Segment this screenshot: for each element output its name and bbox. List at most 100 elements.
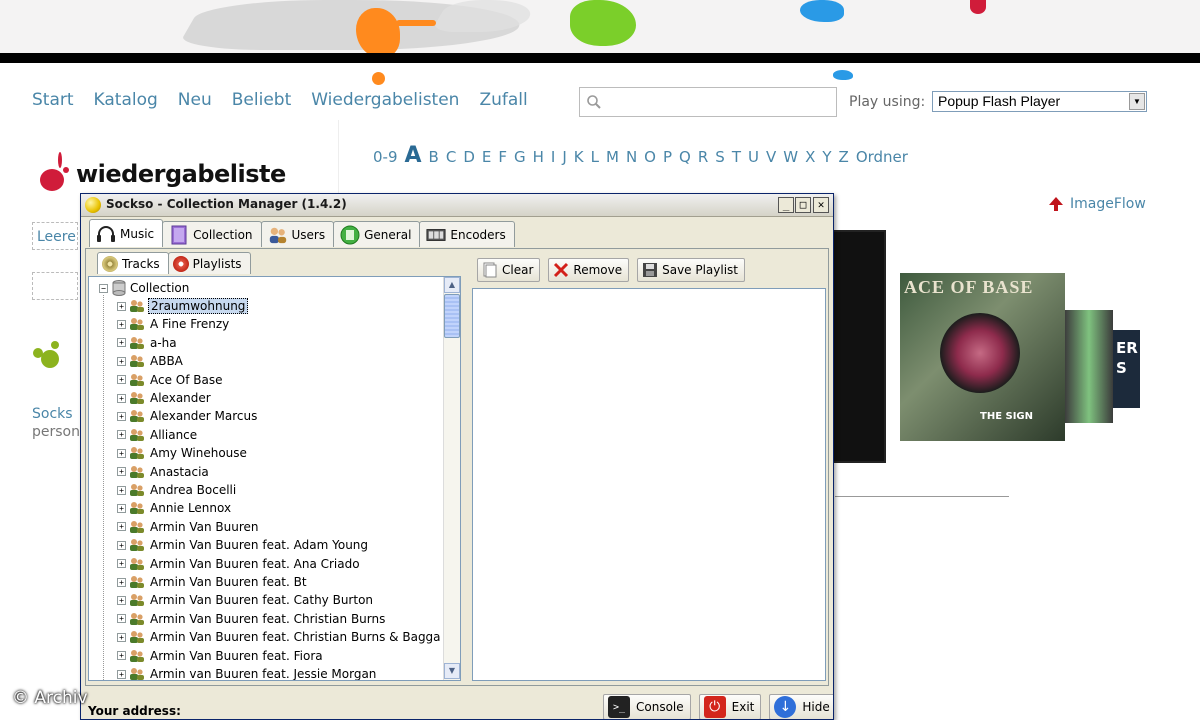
tree-scrollbar[interactable]: ▲ ▼ — [443, 277, 460, 680]
alphabet-item[interactable]: V — [766, 148, 776, 166]
tree-item-artist[interactable]: + Armin Van Buuren feat. Adam Young — [117, 536, 370, 554]
tab-general[interactable]: General — [333, 221, 421, 247]
search-input[interactable] — [606, 90, 832, 114]
expand-icon[interactable]: + — [117, 301, 126, 311]
maximize-button[interactable]: □ — [795, 197, 811, 213]
tree-root[interactable]: − Collection — [99, 279, 189, 297]
close-button[interactable]: ✕ — [813, 197, 829, 213]
scroll-down-icon[interactable]: ▼ — [444, 663, 460, 679]
tree-item-artist[interactable]: + Armin Van Buuren feat. Fiora — [117, 647, 325, 665]
expand-icon[interactable]: + — [117, 375, 126, 385]
tree-item-artist[interactable]: + Armin Van Buuren feat. Cathy Burton — [117, 591, 375, 609]
tree-item-artist[interactable]: + Alexander Marcus — [117, 407, 259, 425]
nav-katalog[interactable]: Katalog — [94, 90, 158, 110]
tab-music[interactable]: Music — [89, 219, 164, 247]
tree-item-artist[interactable]: + Armin Van Buuren — [117, 518, 261, 536]
console-button[interactable]: >_ Console — [603, 694, 691, 719]
expand-icon[interactable]: + — [117, 669, 126, 679]
leere-link[interactable]: Leere — [37, 229, 76, 245]
album-cover-ace-of-base[interactable]: ACE OF BASE THE SIGN — [900, 273, 1065, 441]
tree-item-artist[interactable]: + Armin Van Buuren feat. Christian Burns — [117, 610, 387, 628]
alphabet-item[interactable]: A — [405, 143, 422, 168]
tree-item-artist[interactable]: + Annie Lennox — [117, 499, 233, 517]
album-cover[interactable]: ER S — [1113, 330, 1140, 408]
nav-wiedergabelisten[interactable]: Wiedergabelisten — [311, 90, 459, 110]
alphabet-item[interactable]: Ordner — [856, 148, 908, 166]
nav-neu[interactable]: Neu — [178, 90, 212, 110]
expand-icon[interactable]: + — [117, 559, 126, 569]
exit-button[interactable]: ⏻ Exit — [698, 694, 762, 719]
expand-icon[interactable]: + — [117, 485, 126, 495]
tab-encoders[interactable]: Encoders — [419, 221, 515, 247]
subtab-tracks[interactable]: Tracks — [97, 252, 169, 274]
alphabet-item[interactable]: G — [514, 148, 526, 166]
tree-item-artist[interactable]: + Amy Winehouse — [117, 444, 249, 462]
alphabet-item[interactable]: C — [446, 148, 456, 166]
alphabet-item[interactable]: E — [482, 148, 491, 166]
expand-icon[interactable]: + — [117, 522, 126, 532]
save-playlist-button[interactable]: Save Playlist — [637, 258, 746, 282]
tree-item-artist[interactable]: + ABBA — [117, 352, 185, 370]
expand-icon[interactable]: + — [117, 430, 126, 440]
alphabet-item[interactable]: S — [715, 148, 725, 166]
alphabet-item[interactable]: B — [429, 148, 439, 166]
expand-icon[interactable]: + — [117, 338, 126, 348]
expand-icon[interactable]: + — [117, 448, 126, 458]
expand-icon[interactable]: + — [117, 651, 126, 661]
expand-icon[interactable]: + — [117, 411, 126, 421]
album-cover[interactable] — [1065, 310, 1113, 423]
tree-item-artist[interactable]: + Armin Van Buuren feat. Bt — [117, 573, 309, 591]
alphabet-item[interactable]: 0-9 — [373, 148, 398, 166]
scroll-up-icon[interactable]: ▲ — [444, 277, 460, 293]
alphabet-item[interactable]: H — [533, 148, 544, 166]
alphabet-item[interactable]: F — [498, 148, 507, 166]
alphabet-item[interactable]: Y — [822, 148, 831, 166]
alphabet-item[interactable]: X — [805, 148, 815, 166]
tree-item-artist[interactable]: + Armin Van Buuren feat. Ana Criado — [117, 555, 362, 573]
nav-beliebt[interactable]: Beliebt — [232, 90, 291, 110]
tree-item-artist[interactable]: + Armin van Buuren feat. Jessie Morgan — [117, 665, 378, 680]
tree-item-artist[interactable]: + Ace Of Base — [117, 371, 225, 389]
alphabet-item[interactable]: N — [626, 148, 637, 166]
imageflow-link[interactable]: ImageFlow — [1048, 196, 1146, 212]
remove-button[interactable]: Remove — [548, 258, 630, 282]
alphabet-item[interactable]: I — [551, 148, 555, 166]
alphabet-item[interactable]: L — [591, 148, 599, 166]
tab-collection[interactable]: Collection — [162, 221, 262, 247]
subtab-playlists[interactable]: Playlists — [167, 252, 251, 274]
tree-item-artist[interactable]: + A Fine Frenzy — [117, 315, 231, 333]
clear-button[interactable]: Clear — [477, 258, 541, 282]
minimize-button[interactable]: _ — [778, 197, 794, 213]
tree-item-artist[interactable]: + a-ha — [117, 334, 179, 352]
expand-icon[interactable]: + — [117, 577, 126, 587]
tree-item-artist[interactable]: + Alexander — [117, 389, 213, 407]
expand-icon[interactable]: + — [117, 319, 126, 329]
hide-button[interactable]: ↓ Hide — [769, 694, 833, 719]
alphabet-item[interactable]: P — [663, 148, 672, 166]
alphabet-item[interactable]: D — [463, 148, 475, 166]
tree-item-artist[interactable]: + Armin Van Buuren feat. Christian Burns … — [117, 628, 460, 646]
expand-icon[interactable]: + — [117, 393, 126, 403]
alphabet-item[interactable]: K — [574, 148, 584, 166]
alphabet-item[interactable]: J — [562, 148, 566, 166]
expand-icon[interactable]: + — [117, 503, 126, 513]
tree-item-artist[interactable]: + Andrea Bocelli — [117, 481, 238, 499]
tree-item-artist[interactable]: + Anastacia — [117, 463, 211, 481]
window-titlebar[interactable]: Sockso - Collection Manager (1.4.2) _ □ … — [81, 194, 833, 217]
tree-item-artist[interactable]: +2raumwohnung — [117, 297, 249, 315]
playlist-area[interactable] — [472, 288, 826, 681]
alphabet-item[interactable]: R — [698, 148, 708, 166]
expand-icon[interactable]: + — [117, 467, 126, 477]
alphabet-item[interactable]: Q — [679, 148, 691, 166]
alphabet-item[interactable]: O — [644, 148, 656, 166]
nav-zufall[interactable]: Zufall — [479, 90, 527, 110]
nav-start[interactable]: Start — [32, 90, 74, 110]
album-cover[interactable] — [832, 230, 886, 463]
alphabet-item[interactable]: Z — [839, 148, 849, 166]
expand-icon[interactable]: + — [117, 614, 126, 624]
alphabet-item[interactable]: M — [606, 148, 619, 166]
scroll-thumb[interactable] — [444, 294, 460, 338]
player-select[interactable]: Popup Flash Player ▼ — [932, 91, 1147, 112]
tree-item-artist[interactable]: + Alliance — [117, 426, 199, 444]
tab-users[interactable]: Users — [260, 221, 335, 247]
